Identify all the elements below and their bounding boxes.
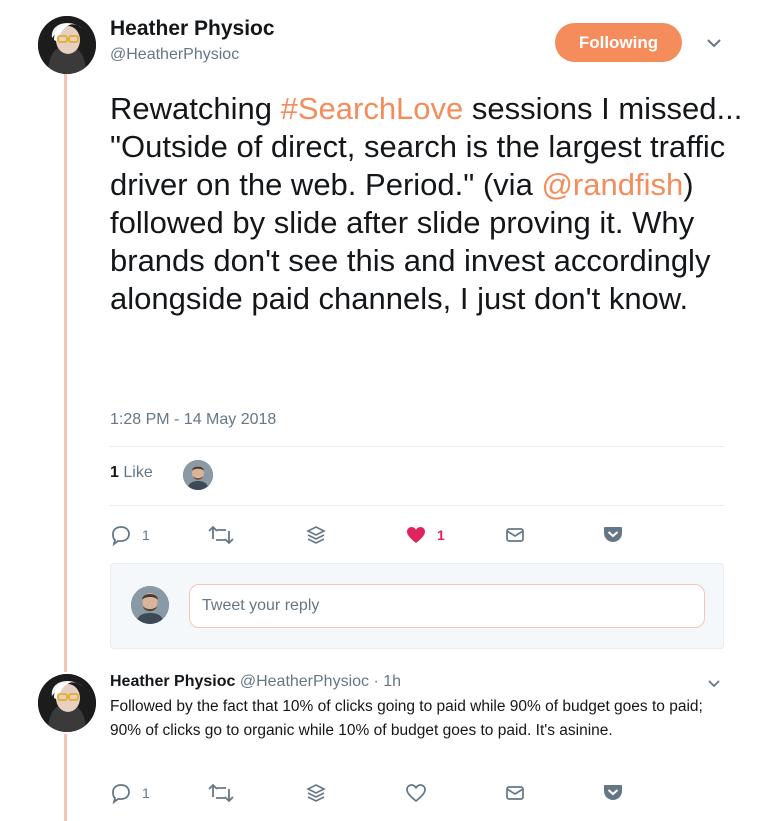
dm-action[interactable] [504,782,526,804]
author-handle[interactable]: @HeatherPhysioc [110,46,239,64]
chevron-down-icon[interactable] [706,676,722,692]
tweet-text: Rewatching #SearchLove sessions I missed… [110,90,750,318]
reply-author-avatar[interactable] [38,674,96,732]
likes-summary[interactable]: 1 Like [110,464,153,482]
tweet-text-part: Rewatching [110,91,281,126]
mention-link[interactable]: @randfish [541,167,683,202]
chevron-down-icon[interactable] [705,34,723,52]
pocket-icon [604,527,622,542]
thread-connector-lower [64,734,67,821]
retweet-icon [208,525,234,545]
liker-avatar[interactable] [183,460,213,490]
tweet-reply-input[interactable]: Tweet your reply [189,584,705,628]
pocket-icon [604,785,622,800]
like-action[interactable] [405,782,427,804]
pocket-action[interactable] [602,781,624,803]
author-avatar[interactable] [38,16,96,74]
reply-author-name[interactable]: Heather Physioc [110,673,235,690]
retweet-icon [208,783,234,803]
like-action[interactable]: 1 [405,524,445,546]
retweet-action[interactable] [208,524,234,546]
author-name[interactable]: Heather Physioc [110,17,275,41]
envelope-icon [506,786,524,800]
retweet-action[interactable] [208,782,234,804]
thread-connector [64,72,67,672]
current-user-avatar[interactable] [131,586,169,624]
reply-time[interactable]: · 1h [373,673,401,690]
pocket-action[interactable] [602,523,624,545]
reply-count: 1 [142,527,150,543]
reply-header: Heather Physioc @HeatherPhysioc · 1h [110,673,401,691]
reply-icon [112,526,130,546]
heart-icon [407,527,425,543]
reply-text: Followed by the fact that 10% of clicks … [110,698,703,739]
likes-label: Like [123,464,153,481]
layers-action[interactable] [305,782,327,804]
layers-icon [306,784,326,802]
envelope-icon [506,528,524,542]
reply-icon [112,784,130,804]
layers-action[interactable] [305,524,327,546]
divider [110,446,724,447]
tweet-timestamp[interactable]: 1:28 PM - 14 May 2018 [110,411,276,429]
reply-action[interactable]: 1 [110,782,150,804]
reply-action[interactable]: 1 [110,524,150,546]
divider [110,505,724,506]
reply-author-handle[interactable]: @HeatherPhysioc [240,673,369,690]
heart-outline-icon [406,784,426,803]
hashtag-link[interactable]: #SearchLove [281,91,464,126]
layers-icon [306,526,326,544]
reply-count: 1 [142,785,150,801]
reply-composer: Tweet your reply [110,563,724,649]
following-button[interactable]: Following [555,23,682,62]
like-count: 1 [437,527,445,543]
likes-count: 1 [110,464,119,481]
dm-action[interactable] [504,524,526,546]
